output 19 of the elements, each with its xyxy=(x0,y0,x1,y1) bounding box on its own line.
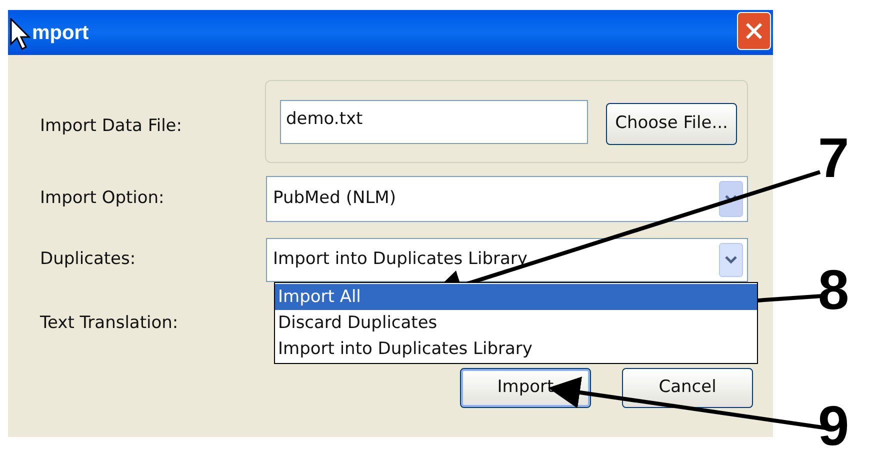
file-path-field[interactable]: demo.txt xyxy=(280,100,588,144)
close-button[interactable] xyxy=(737,12,771,50)
import-option-select[interactable]: PubMed (NLM) xyxy=(266,176,748,222)
window-title: mport xyxy=(32,20,89,46)
chevron-down-icon xyxy=(725,195,737,203)
duplicates-select[interactable]: Import into Duplicates Library xyxy=(266,238,748,282)
chevron-down-icon xyxy=(725,256,737,264)
field-label: Import Data File: xyxy=(40,114,183,138)
dropdown-option[interactable]: Import into Duplicates Library xyxy=(275,336,757,362)
field-label: Import Option: xyxy=(40,187,166,210)
field-label: Text Translation: xyxy=(40,312,180,336)
field-label: Duplicates: xyxy=(40,248,137,272)
close-icon xyxy=(744,21,764,41)
callout-number: 7 xyxy=(818,130,850,186)
choose-file-button[interactable]: Choose File... xyxy=(606,102,737,144)
mouse-cursor-icon xyxy=(10,18,32,50)
dialog-button[interactable]: Cancel xyxy=(622,368,753,408)
callout-number: 9 xyxy=(818,398,850,454)
callout-number: 8 xyxy=(818,262,850,318)
